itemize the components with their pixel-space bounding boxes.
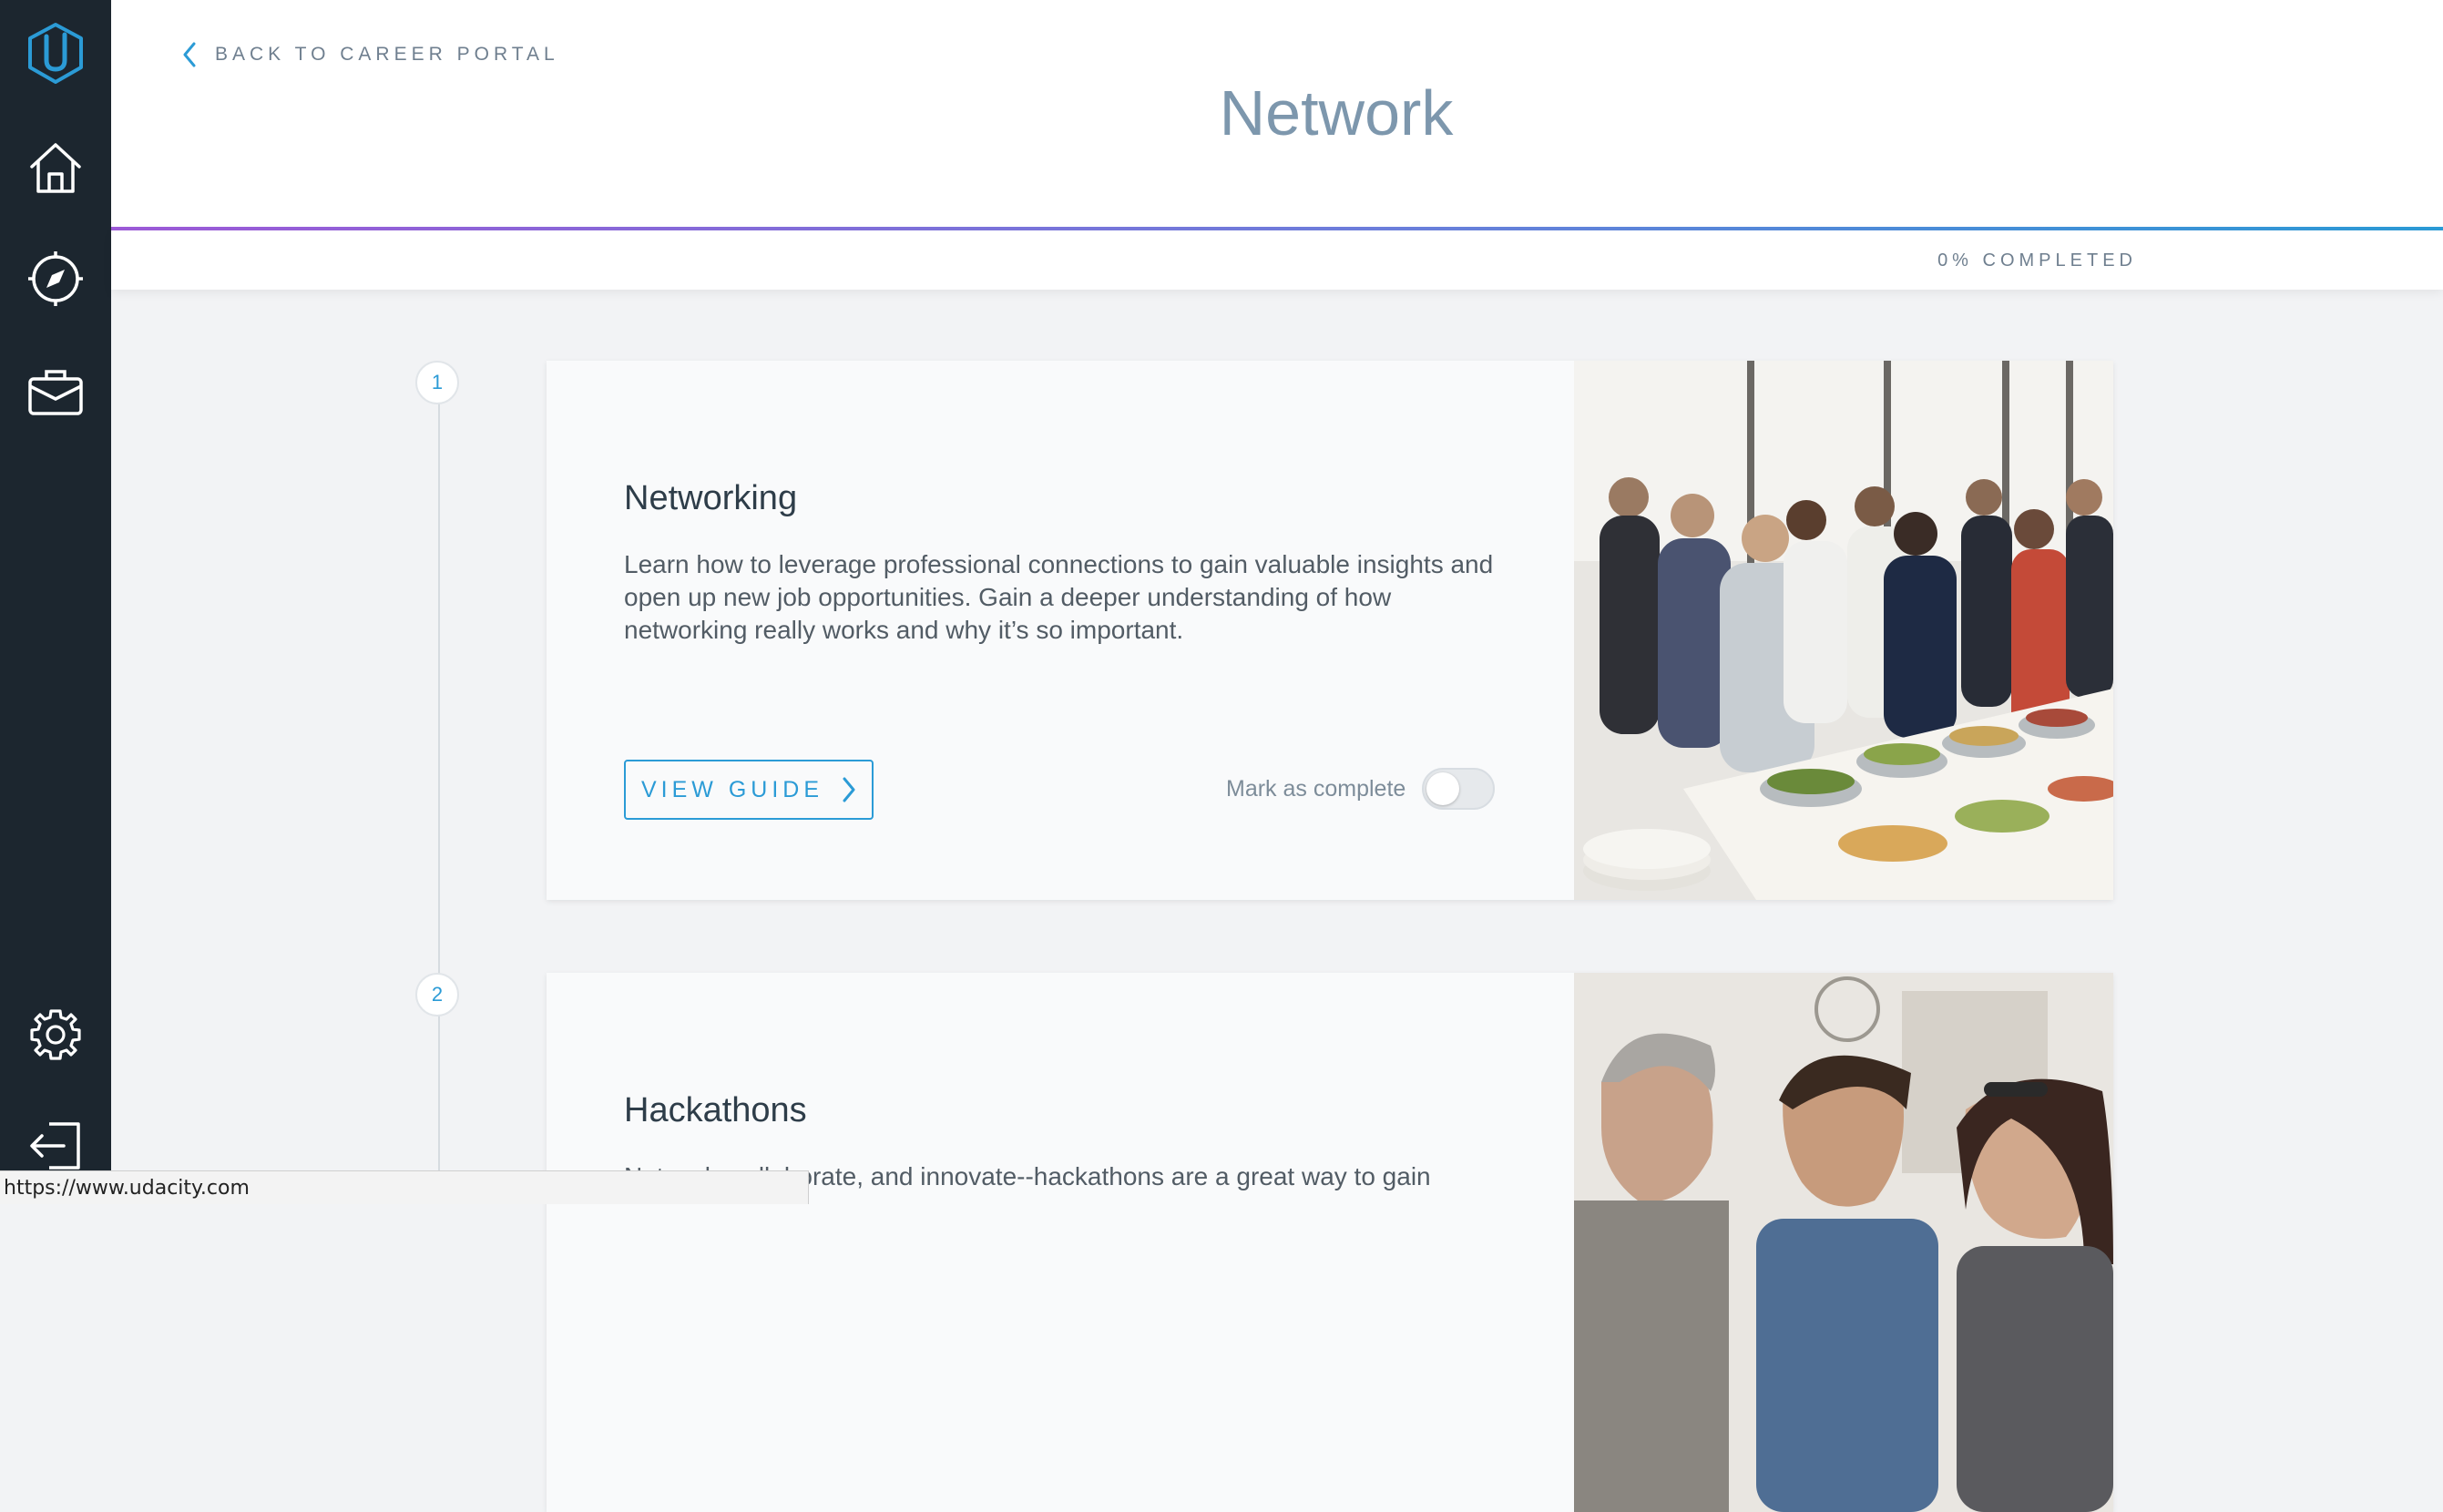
- briefcase-icon[interactable]: [0, 357, 111, 426]
- step-card-networking: Networking Learn how to leverage profess…: [547, 361, 2113, 900]
- step-number: 2: [415, 973, 459, 1017]
- card-title: Networking: [624, 479, 798, 517]
- progress-row: 0% COMPLETED: [111, 230, 2443, 290]
- progress-text: 0% COMPLETED: [1937, 250, 2137, 271]
- view-guide-button[interactable]: VIEW GUIDE: [624, 760, 874, 820]
- chevron-left-icon: [183, 42, 196, 67]
- home-icon[interactable]: [0, 133, 111, 202]
- compass-icon[interactable]: [0, 244, 111, 313]
- mark-complete-toggle[interactable]: [1422, 768, 1496, 810]
- step-number: 1: [415, 361, 459, 404]
- back-to-career-portal-link[interactable]: BACK TO CAREER PORTAL: [182, 38, 559, 71]
- timeline-line: [438, 401, 440, 1204]
- gear-icon[interactable]: [0, 1000, 111, 1069]
- back-link-label: BACK TO CAREER PORTAL: [215, 44, 559, 65]
- mark-complete-label: Mark as complete: [1226, 775, 1406, 802]
- chevron-right-icon: [843, 777, 855, 802]
- view-guide-label: VIEW GUIDE: [640, 776, 823, 802]
- networking-photo: [1574, 361, 2113, 900]
- mark-complete-control: Mark as complete: [1226, 761, 1496, 816]
- toggle-knob: [1426, 772, 1460, 805]
- udacity-logo-icon[interactable]: [0, 20, 111, 89]
- card-title: Hackathons: [624, 1091, 807, 1129]
- step-card-hackathons: Hackathons Network, collaborate, and inn…: [547, 973, 2113, 1512]
- sidebar: [0, 0, 111, 1204]
- card-description: Learn how to leverage professional conne…: [624, 550, 1494, 644]
- page-title: Network: [1219, 77, 1454, 148]
- hackathons-photo: [1574, 973, 2113, 1512]
- browser-status-bar: https://www.udacity.com: [0, 1170, 809, 1204]
- page-header: BACK TO CAREER PORTAL Network: [111, 0, 2443, 228]
